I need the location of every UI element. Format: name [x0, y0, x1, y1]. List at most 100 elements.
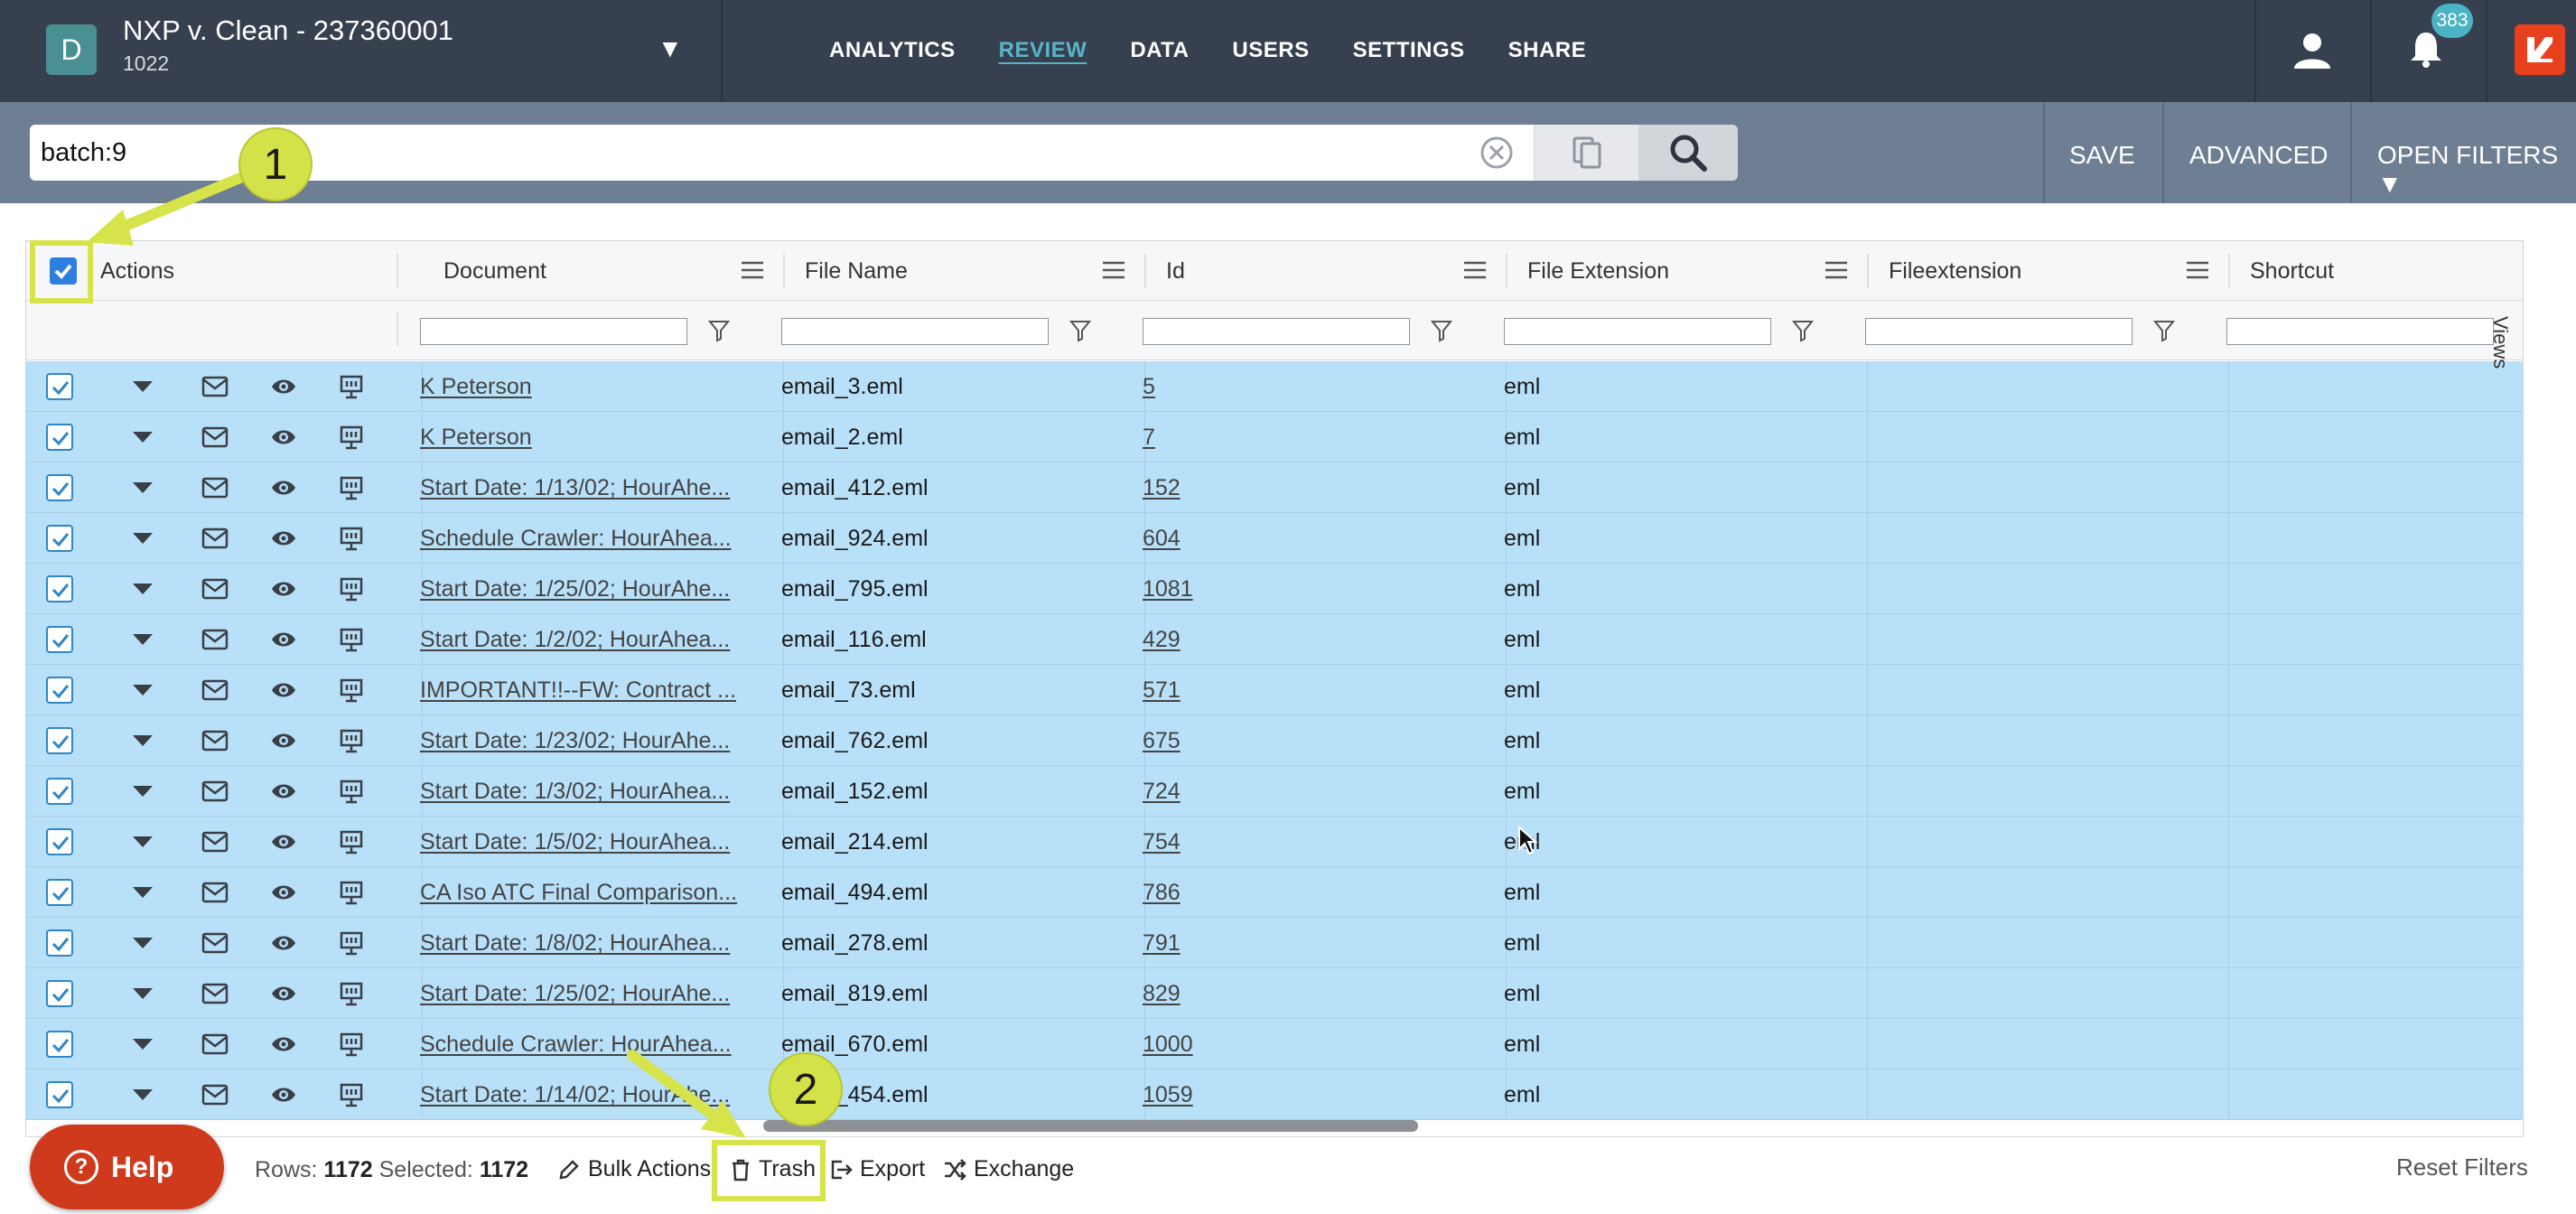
table-row[interactable]: Start Date: 1/14/02; HourAhe... email_45… — [26, 1069, 2523, 1120]
document-link[interactable]: IMPORTANT!!--FW: Contract ... — [420, 677, 763, 704]
id-link[interactable]: 675 — [1143, 728, 1486, 754]
document-link[interactable]: Schedule Crawler: HourAhea... — [420, 1032, 763, 1058]
row-checkbox[interactable] — [46, 575, 73, 602]
column-header-file-name[interactable]: File Name — [783, 241, 1144, 301]
document-link[interactable]: K Peterson — [420, 425, 763, 451]
view-eye-icon[interactable] — [270, 375, 297, 398]
column-menu-icon[interactable] — [1103, 261, 1125, 279]
id-link[interactable]: 754 — [1143, 829, 1486, 855]
table-row[interactable]: Start Date: 1/2/02; HourAhea... email_11… — [26, 614, 2523, 665]
document-link[interactable]: Start Date: 1/2/02; HourAhea... — [420, 627, 763, 653]
row-checkbox[interactable] — [46, 1081, 73, 1108]
family-tree-icon[interactable] — [339, 728, 364, 753]
row-checkbox[interactable] — [46, 474, 73, 501]
case-dropdown-chevron-icon[interactable]: ▼ — [658, 34, 683, 63]
filter-funnel-icon[interactable] — [1069, 319, 1091, 342]
view-eye-icon[interactable] — [270, 931, 297, 955]
family-tree-icon[interactable] — [339, 425, 364, 450]
table-row[interactable]: Start Date: 1/23/02; HourAhe... email_76… — [26, 715, 2523, 766]
view-eye-icon[interactable] — [270, 1083, 297, 1107]
fileextension-filter-input[interactable] — [1865, 318, 2133, 345]
view-eye-icon[interactable] — [270, 881, 297, 904]
column-header-shortcut[interactable]: Shortcut — [2228, 241, 2517, 301]
email-icon[interactable] — [201, 730, 229, 752]
family-tree-icon[interactable] — [339, 374, 364, 399]
view-eye-icon[interactable] — [270, 577, 297, 601]
table-row[interactable]: Schedule Crawler: HourAhea... email_924.… — [26, 513, 2523, 564]
email-icon[interactable] — [201, 528, 229, 549]
copy-query-button[interactable] — [1534, 125, 1638, 181]
table-row[interactable]: Start Date: 1/13/02; HourAhe... email_41… — [26, 462, 2523, 513]
id-link[interactable]: 829 — [1143, 981, 1486, 1007]
family-tree-icon[interactable] — [339, 1082, 364, 1107]
filter-funnel-icon[interactable] — [1431, 319, 1452, 342]
shortcut-filter-input[interactable] — [2226, 318, 2494, 345]
view-eye-icon[interactable] — [270, 982, 297, 1005]
column-header-file-extension[interactable]: File Extension — [1506, 241, 1867, 301]
export-button[interactable]: Export — [829, 1156, 925, 1182]
document-link[interactable]: Start Date: 1/13/02; HourAhe... — [420, 475, 763, 501]
email-icon[interactable] — [201, 578, 229, 600]
id-link[interactable]: 152 — [1143, 475, 1486, 501]
column-divider[interactable] — [397, 254, 398, 288]
table-row[interactable]: Schedule Crawler: HourAhea... email_670.… — [26, 1019, 2523, 1069]
family-tree-icon[interactable] — [339, 627, 364, 652]
email-icon[interactable] — [201, 831, 229, 853]
id-link[interactable]: 5 — [1143, 374, 1486, 400]
brand-logo[interactable] — [2515, 24, 2565, 75]
advanced-search-button[interactable]: ADVANCED — [2189, 141, 2329, 170]
id-link[interactable]: 571 — [1143, 677, 1486, 704]
column-menu-icon[interactable] — [2187, 261, 2208, 279]
row-actions-dropdown-icon[interactable] — [133, 735, 153, 746]
open-filters-button[interactable]: OPEN FILTERS ▼ — [2377, 141, 2576, 199]
id-link[interactable]: 429 — [1143, 627, 1486, 653]
family-tree-icon[interactable] — [339, 779, 364, 804]
email-icon[interactable] — [201, 1033, 229, 1055]
nav-data[interactable]: DATA — [1130, 38, 1189, 63]
view-eye-icon[interactable] — [270, 476, 297, 500]
family-tree-icon[interactable] — [339, 880, 364, 905]
table-row[interactable]: CA Iso ATC Final Comparison... email_494… — [26, 867, 2523, 918]
family-tree-icon[interactable] — [339, 677, 364, 703]
table-row[interactable]: Start Date: 1/3/02; HourAhea... email_15… — [26, 766, 2523, 817]
row-checkbox[interactable] — [46, 373, 73, 400]
row-actions-dropdown-icon[interactable] — [133, 938, 153, 948]
column-menu-icon[interactable] — [1825, 261, 1847, 279]
nav-settings[interactable]: SETTINGS — [1353, 38, 1465, 63]
email-icon[interactable] — [201, 679, 229, 701]
view-eye-icon[interactable] — [270, 678, 297, 702]
document-link[interactable]: Start Date: 1/3/02; HourAhea... — [420, 779, 763, 805]
email-icon[interactable] — [201, 426, 229, 448]
horizontal-scrollbar[interactable] — [763, 1120, 1418, 1132]
row-checkbox[interactable] — [46, 424, 73, 451]
reset-filters-link[interactable]: Reset Filters — [2396, 1153, 2528, 1181]
document-link[interactable]: Start Date: 1/14/02; HourAhe... — [420, 1082, 763, 1108]
row-checkbox[interactable] — [46, 677, 73, 704]
column-menu-icon[interactable] — [1464, 261, 1486, 279]
document-link[interactable]: Schedule Crawler: HourAhea... — [420, 526, 763, 552]
view-eye-icon[interactable] — [270, 1032, 297, 1056]
family-tree-icon[interactable] — [339, 526, 364, 551]
column-header-fileextension[interactable]: Fileextension — [1867, 241, 2228, 301]
row-actions-dropdown-icon[interactable] — [133, 786, 153, 797]
table-row[interactable]: Start Date: 1/8/02; HourAhea... email_27… — [26, 918, 2523, 968]
row-actions-dropdown-icon[interactable] — [133, 381, 153, 392]
user-profile-icon[interactable] — [2292, 33, 2332, 69]
view-eye-icon[interactable] — [270, 425, 297, 449]
row-checkbox[interactable] — [46, 828, 73, 855]
row-actions-dropdown-icon[interactable] — [133, 634, 153, 645]
email-icon[interactable] — [201, 477, 229, 499]
id-link[interactable]: 1081 — [1143, 576, 1486, 602]
view-eye-icon[interactable] — [270, 729, 297, 752]
case-avatar[interactable]: D — [46, 24, 97, 75]
family-tree-icon[interactable] — [339, 829, 364, 854]
row-actions-dropdown-icon[interactable] — [133, 685, 153, 696]
row-actions-dropdown-icon[interactable] — [133, 1039, 153, 1050]
nav-users[interactable]: USERS — [1232, 38, 1309, 63]
id-link[interactable]: 791 — [1143, 930, 1486, 957]
id-filter-input[interactable] — [1143, 318, 1410, 345]
id-link[interactable]: 7 — [1143, 425, 1486, 451]
row-checkbox[interactable] — [46, 778, 73, 805]
column-header-id[interactable]: Id — [1144, 241, 1506, 301]
row-checkbox[interactable] — [46, 1031, 73, 1058]
